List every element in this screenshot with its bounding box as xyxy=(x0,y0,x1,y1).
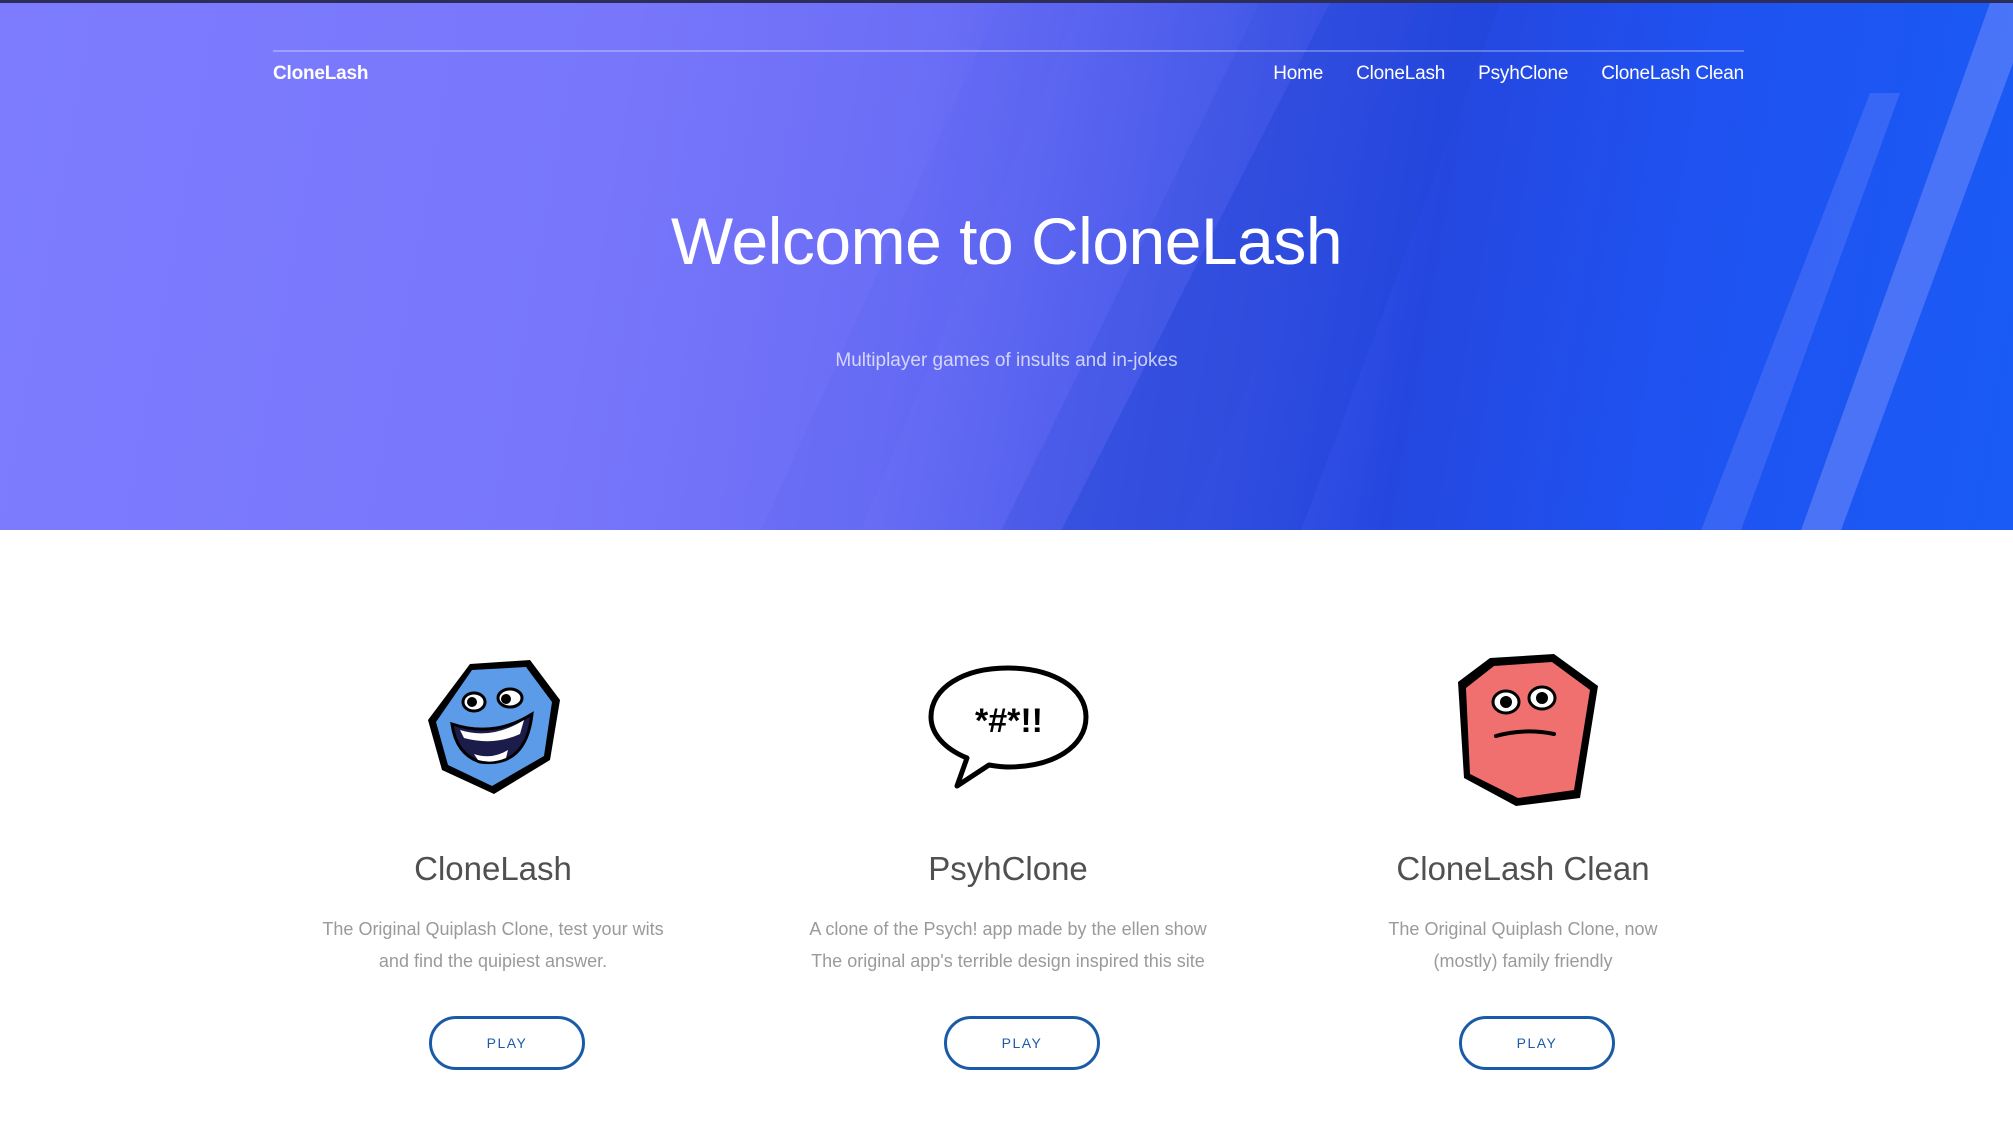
game-title-clonelash: CloneLash xyxy=(414,850,572,887)
blue-smiling-hexagon-icon xyxy=(408,650,578,820)
game-card-clonelash-clean: CloneLash Clean The Original Quiplash Cl… xyxy=(1273,650,1773,1070)
desc-line: The Original Quiplash Clone, now xyxy=(1388,919,1658,939)
game-title-clonelash-clean: CloneLash Clean xyxy=(1396,850,1650,887)
brand-link[interactable]: CloneLash xyxy=(273,63,369,85)
games-section: CloneLash The Original Quiplash Clone, t… xyxy=(0,530,2013,1135)
desc-line: and find the quipiest answer. xyxy=(378,951,608,971)
hero-subtitle: Multiplayer games of insults and in-joke… xyxy=(835,350,1178,371)
speech-bubble-icon: *#*!! xyxy=(923,650,1093,820)
play-button-psyhclone[interactable]: PLAY xyxy=(944,1016,1100,1070)
desc-line: A clone of the Psych! app made by the el… xyxy=(809,919,1207,939)
nav-psyhclone[interactable]: PsyhClone xyxy=(1478,63,1568,85)
desc-line: The Original Quiplash Clone, test your w… xyxy=(322,919,664,939)
nav-home[interactable]: Home xyxy=(1273,63,1323,85)
red-frowning-hexagon-icon xyxy=(1438,650,1608,820)
nav-clonelash-clean[interactable]: CloneLash Clean xyxy=(1601,63,1744,85)
desc-line: The original app's terrible design inspi… xyxy=(811,951,1205,971)
game-card-psyhclone: *#*!! PsyhClone A clone of the Psych! ap… xyxy=(758,650,1258,1070)
game-desc-psyhclone: A clone of the Psych! app made by the el… xyxy=(758,913,1258,977)
game-desc-clonelash: The Original Quiplash Clone, test your w… xyxy=(243,913,743,977)
play-button-clonelash[interactable]: PLAY xyxy=(429,1016,585,1070)
hero-banner: CloneLash Home CloneLash PsyhClone Clone… xyxy=(0,0,2013,530)
nav-clonelash[interactable]: CloneLash xyxy=(1356,63,1445,85)
main-nav: Home CloneLash PsyhClone CloneLash Clean xyxy=(1273,63,1744,85)
header-divider xyxy=(273,50,1744,52)
game-desc-clonelash-clean: The Original Quiplash Clone, now (mostly… xyxy=(1273,913,1773,977)
play-button-clonelash-clean[interactable]: PLAY xyxy=(1459,1016,1615,1070)
desc-line: (mostly) family friendly xyxy=(1433,951,1613,971)
game-title-psyhclone: PsyhClone xyxy=(928,850,1088,887)
hero-title: Welcome to CloneLash xyxy=(670,204,1343,278)
game-card-clonelash: CloneLash The Original Quiplash Clone, t… xyxy=(243,650,743,1070)
speech-bubble-text: *#*!! xyxy=(975,702,1043,740)
